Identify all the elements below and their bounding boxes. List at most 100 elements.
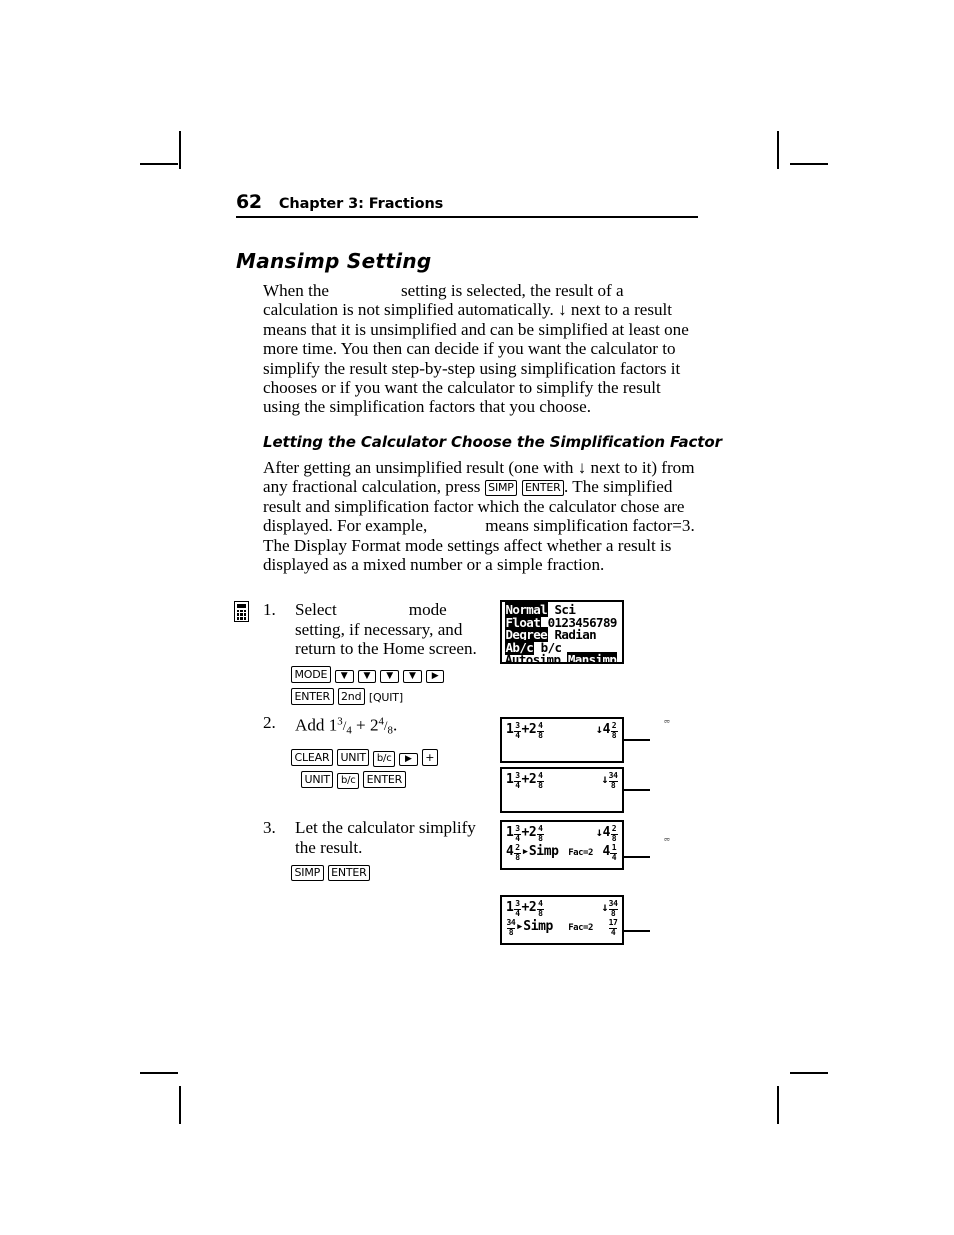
lcd-down-arrow: ↓ <box>601 900 609 914</box>
page-header: 62 Chapter 3: Fractions <box>236 191 698 218</box>
key-right-arrow-step2[interactable]: ▶ <box>399 752 418 766</box>
lcd-expression: 1 3 4 +2 4 8 <box>506 772 544 790</box>
lcd-frac-1: 34 <box>513 771 521 791</box>
crop-mark-top-left-horizontal <box>140 163 178 165</box>
lcd-simp-command: 4 2 8 ▸Simp <box>506 844 559 862</box>
intro-text-after: setting is selected, the result of a cal… <box>263 281 689 417</box>
lcd-simp-result-frac: 14 <box>610 843 618 863</box>
crop-mark-top-left-vertical <box>179 131 181 169</box>
step-2-key-sequence-line-2: UNIT b/c ENTER <box>301 769 493 789</box>
lcd-line-expression: 1 3 4 +2 4 8 ↓ 4 2 8 <box>506 825 618 844</box>
key-unit-1[interactable]: UNIT <box>336 749 370 766</box>
step2-screen-mixed: 1 3 4 +2 4 8 ↓ 4 2 8 <box>500 717 624 763</box>
page-number: 62 <box>236 191 262 213</box>
lcd-line-simp: 4 2 8 ▸Simp Fac=2 414 <box>506 844 618 863</box>
header-rule <box>236 216 698 218</box>
lcd-result: ↓ 34 8 <box>601 772 618 790</box>
simp-key-inline: SIMP <box>484 479 518 497</box>
key-bc-1[interactable]: b/c <box>373 751 396 767</box>
lcd-expression: 1 3 4 +2 4 8 <box>506 900 544 918</box>
crop-mark-bottom-right-horizontal <box>790 1072 828 1074</box>
mode-option-mansimp[interactable]: Mansimp <box>567 652 617 662</box>
lcd-line-simp: 34 8 ▸Simp Fac=2 17 4 <box>506 919 618 938</box>
lcd-simp-whole: 4 <box>506 844 514 859</box>
step-2-text: Add 13/4 + 24/8. <box>295 715 398 737</box>
step-3-key-sequence: SIMP ENTER <box>291 862 478 882</box>
mode-option-autosimp[interactable]: Autosimp <box>505 652 561 662</box>
lcd-simp-result: 414 <box>603 844 618 862</box>
key-down-arrow-1[interactable]: ▼ <box>334 669 354 683</box>
lcd-factor-label: Fac=2 <box>568 848 593 858</box>
lcd-simp-token: ▸Simp <box>515 919 554 934</box>
step-1-number: 1. <box>263 600 276 619</box>
lcd-line-expression: 1 3 4 +2 4 8 ↓ 34 8 <box>506 772 618 791</box>
lcd-result-frac: 28 <box>610 721 618 741</box>
lcd-line-expression: 1 3 4 +2 4 8 ↓ 34 8 <box>506 900 618 919</box>
lcd-down-arrow: ↓ <box>595 722 603 736</box>
crop-mark-bottom-left-vertical <box>179 1086 181 1124</box>
crop-mark-bottom-right-vertical <box>777 1086 779 1124</box>
step3-screen-mixed: 1 3 4 +2 4 8 ↓ 4 2 8 4 2 8 ▸Simp Fac=2 414 <box>500 820 624 870</box>
lcd-simp-command: 34 8 ▸Simp <box>506 919 553 937</box>
lcd-factor-label: Fac=2 <box>568 923 593 933</box>
crop-mark-top-right-vertical <box>777 131 779 169</box>
lcd-operator: + <box>521 772 529 787</box>
crop-mark-bottom-left-horizontal <box>140 1072 178 1074</box>
leader-line-3 <box>624 856 650 858</box>
key-enter-step2[interactable]: ENTER <box>363 771 406 788</box>
lcd-frac-1: 34 <box>513 899 521 919</box>
calculator-icon <box>234 601 252 625</box>
key-bc-2[interactable]: b/c <box>337 773 360 789</box>
step-3-number: 3. <box>263 818 276 837</box>
key-down-arrow-3[interactable]: ▼ <box>380 669 399 683</box>
lcd-frac-1: 34 <box>513 721 521 741</box>
key-down-arrow-4[interactable]: ▼ <box>402 669 422 683</box>
calculator-icon-screen <box>237 604 246 608</box>
chapter-title: Chapter 3: Fractions <box>278 196 444 212</box>
step-1-text-before: Select <box>295 600 337 619</box>
lcd-whole-2: 2 <box>528 722 537 737</box>
step-2-num-2: 4 <box>378 716 384 728</box>
step-2-whole-2: 2 <box>369 715 379 735</box>
lcd-simp-result-frac: 17 4 <box>608 918 618 938</box>
calculator-icon-body <box>234 601 249 622</box>
key-enter-step3[interactable]: ENTER <box>327 864 371 882</box>
step-3-text: Let the calculator simplify the result. <box>295 818 476 857</box>
section-heading: Mansimp Setting <box>236 249 432 273</box>
step-1-key-sequence-line-2: ENTER 2nd [QUIT] <box>291 686 493 708</box>
lcd-result-frac: 34 8 <box>608 771 618 791</box>
key-simp[interactable]: SIMP <box>291 864 324 882</box>
lcd-result-frac: 28 <box>610 824 618 844</box>
lcd-line-expression: 1 3 4 +2 4 8 ↓ 4 2 8 <box>506 722 618 741</box>
step-2-num-1: 3 <box>337 716 343 728</box>
key-down-arrow-2[interactable]: ▼ <box>357 669 377 683</box>
leader-line-1 <box>624 739 650 741</box>
lcd-simp-result-whole: 4 <box>602 844 611 859</box>
lcd-whole-1: 1 <box>506 772 514 787</box>
key-right-arrow[interactable]: ▶ <box>425 669 445 683</box>
mode-row-simp: Autosimp Mansimp <box>505 652 619 662</box>
subsection-heading: Letting the Calculator Choose the Simpli… <box>263 433 722 451</box>
key-enter[interactable]: ENTER <box>291 688 334 705</box>
lcd-whole-2: 2 <box>528 825 537 840</box>
step-2-whole-1: 1 <box>328 715 338 735</box>
lcd-frac-2: 48 <box>536 824 544 844</box>
lcd-simp-token: ▸Simp <box>521 844 559 859</box>
intro-text-before: When the <box>263 281 329 300</box>
step-3: 3. Let the calculator simplify the resul… <box>263 818 478 882</box>
lcd-expression: 1 3 4 +2 4 8 <box>506 825 544 843</box>
lcd-whole-1: 1 <box>506 825 514 840</box>
lcd-simp-frac: 34 8 <box>506 918 516 938</box>
lcd-operator: + <box>521 900 529 915</box>
key-2nd[interactable]: 2nd <box>337 688 365 705</box>
key-mode[interactable]: MODE <box>291 666 331 683</box>
key-plus[interactable]: + <box>421 749 438 766</box>
lcd-whole-1: 1 <box>506 900 514 915</box>
key-unit-2[interactable]: UNIT <box>301 771 334 788</box>
step-2-number: 2. <box>263 713 276 732</box>
calculator-icon-keys <box>237 609 246 620</box>
key-clear[interactable]: CLEAR <box>291 749 333 766</box>
key-quit-label[interactable]: [QUIT] <box>369 691 403 704</box>
lcd-operator: + <box>521 825 529 840</box>
step-1-text: Select mode setting, if necessary, and re… <box>295 600 493 659</box>
